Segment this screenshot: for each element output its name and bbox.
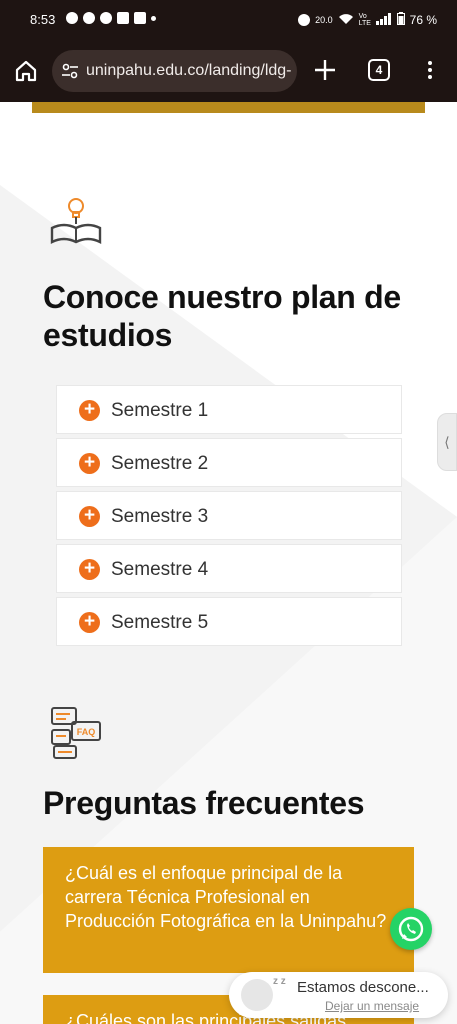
expand-plus-icon: +	[79, 612, 100, 633]
whatsapp-icon	[398, 916, 424, 942]
faq-title: Preguntas frecuentes	[43, 785, 365, 821]
accordion-label: Semestre 1	[111, 400, 209, 421]
signal-icon	[375, 12, 392, 28]
dot-icon	[428, 68, 432, 72]
alarm-icon	[298, 14, 311, 26]
header-banner-edge	[32, 102, 425, 113]
accordion-item-semestre-1[interactable]: + Semestre 1	[56, 385, 402, 434]
accordion-item-semestre-4[interactable]: + Semestre 4	[56, 544, 402, 593]
accordion-label: Semestre 4	[111, 559, 209, 580]
accordion-label: Semestre 5	[111, 612, 209, 633]
faq-badge-text: FAQ	[77, 727, 96, 737]
battery-percent: 76 %	[409, 13, 437, 27]
semester-accordion: + Semestre 1 + Semestre 2 + Semestre 3 +…	[56, 385, 402, 650]
agent-avatar	[241, 979, 273, 1011]
youtube-icon	[134, 12, 146, 24]
clock: 8:53	[30, 12, 56, 27]
network-speed: 20.0	[315, 15, 333, 25]
chat-status-text: Estamos descone...	[297, 979, 429, 996]
accordion-item-semestre-3[interactable]: + Semestre 3	[56, 491, 402, 540]
expand-plus-icon: +	[79, 559, 100, 580]
overflow-menu-button[interactable]	[424, 58, 436, 84]
snapchat-icon	[66, 12, 78, 24]
system-indicators: 20.0 Vo LTE 76 %	[298, 12, 437, 28]
expand-plus-icon: +	[79, 506, 100, 527]
expand-plus-icon: +	[79, 400, 100, 421]
messenger-icon	[100, 12, 112, 24]
dot-icon	[428, 75, 432, 79]
dot-icon	[428, 61, 432, 65]
whatsapp-icon	[83, 12, 95, 24]
address-bar[interactable]: uninpahu.edu.co/landing/ldg-	[52, 50, 297, 92]
accordion-item-semestre-5[interactable]: + Semestre 5	[56, 597, 402, 646]
site-settings-icon[interactable]	[60, 61, 80, 81]
new-tab-button[interactable]	[312, 57, 338, 83]
recycle-icon	[117, 12, 129, 24]
expand-plus-icon: +	[79, 453, 100, 474]
home-button[interactable]	[12, 57, 40, 85]
live-chat-widget[interactable]: z z Estamos descone... Dejar un mensaje	[229, 972, 448, 1018]
leave-message-link[interactable]: Dejar un mensaje	[325, 999, 419, 1013]
dot-icon	[151, 16, 156, 21]
tab-switcher-button[interactable]: 4	[368, 59, 390, 81]
faq-question-1[interactable]: ¿Cuál es el enfoque principal de la carr…	[43, 847, 414, 973]
home-icon	[15, 60, 37, 82]
faq-chat-icon: FAQ	[51, 707, 101, 759]
side-panel-handle[interactable]: ⟨	[437, 413, 457, 471]
status-bar: 8:53 20.0 Vo LTE 76 %	[0, 0, 457, 40]
book-lightbulb-icon	[50, 198, 102, 244]
plus-icon	[315, 60, 335, 80]
url-text[interactable]: uninpahu.edu.co/landing/ldg-	[86, 62, 291, 80]
browser-toolbar: uninpahu.edu.co/landing/ldg- 4	[0, 40, 457, 102]
battery-icon	[396, 12, 405, 28]
accordion-label: Semestre 3	[111, 506, 209, 527]
study-plan-title: Conoce nuestro plan de estudios	[43, 279, 401, 353]
sleeping-icon: z z	[273, 976, 286, 987]
accordion-item-semestre-2[interactable]: + Semestre 2	[56, 438, 402, 487]
whatsapp-button[interactable]	[390, 908, 432, 950]
accordion-label: Semestre 2	[111, 453, 209, 474]
notification-icons	[66, 12, 156, 24]
wifi-icon	[338, 13, 354, 28]
volte-label: Vo LTE	[358, 13, 371, 27]
